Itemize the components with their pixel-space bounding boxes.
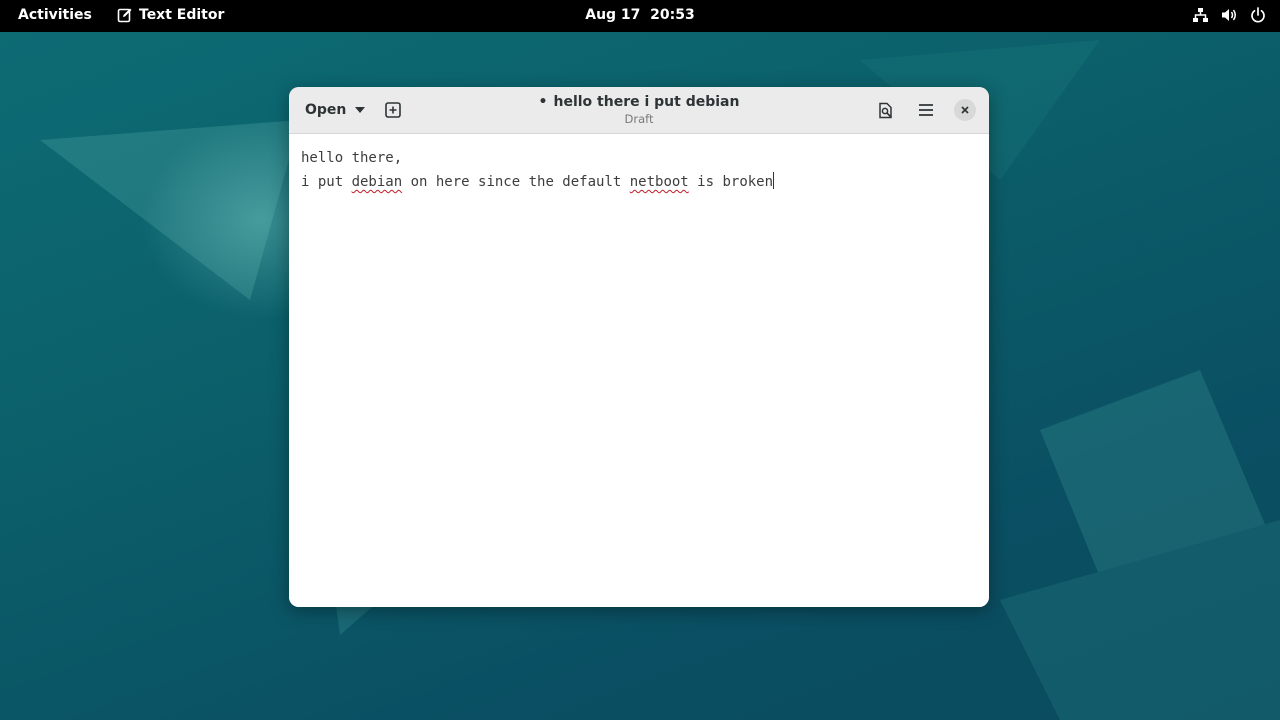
app-name: Text Editor [139, 7, 225, 23]
header-bar: Open • hello there i put debian Draft [289, 87, 989, 134]
window-subtitle: Draft [624, 112, 654, 126]
close-button[interactable] [954, 99, 976, 121]
network-wired-icon [1193, 8, 1208, 22]
hamburger-menu-icon [919, 104, 933, 116]
tab-new-icon [385, 102, 401, 118]
editor-line-1: hello there, [301, 150, 403, 166]
window-title-area: • hello there i put debian Draft [439, 94, 839, 126]
document-properties-button[interactable] [871, 95, 901, 125]
system-tray[interactable] [1192, 7, 1266, 23]
clock-date: Aug 17 [585, 7, 641, 23]
editor-text-segment: is broken [688, 174, 774, 190]
app-menu[interactable]: Text Editor [117, 7, 224, 23]
misspelled-word[interactable]: netboot [630, 174, 689, 190]
power-icon [1251, 7, 1265, 23]
open-label: Open [305, 102, 347, 118]
editor-text-segment: on here since the default [402, 174, 630, 190]
volume-icon [1222, 9, 1236, 21]
open-button[interactable]: Open [297, 95, 374, 125]
activities-button[interactable]: Activities [18, 7, 92, 23]
text-cursor [773, 172, 775, 189]
editor-line-2: i put debian on here since the default n… [301, 170, 977, 194]
window-title: hello there i put debian [553, 94, 740, 110]
clock-button[interactable]: Aug 17 20:53 [585, 7, 695, 23]
new-tab-button[interactable] [378, 95, 408, 125]
main-menu-button[interactable] [911, 95, 941, 125]
clock-time: 20:53 [650, 7, 695, 23]
close-icon [961, 106, 969, 114]
text-editor-icon [117, 8, 132, 23]
editor-text-segment: i put [301, 174, 352, 190]
text-editor-window: Open • hello there i put debian Draft he… [289, 87, 989, 607]
misspelled-word[interactable]: debian [352, 174, 403, 190]
document-search-icon [879, 102, 892, 118]
text-editor-area[interactable]: hello there, i put debian on here since … [289, 134, 989, 607]
modified-indicator: • [538, 94, 548, 110]
top-bar: Activities Text Editor Aug 17 20:53 [0, 0, 1280, 32]
dropdown-arrow-icon [355, 107, 366, 113]
